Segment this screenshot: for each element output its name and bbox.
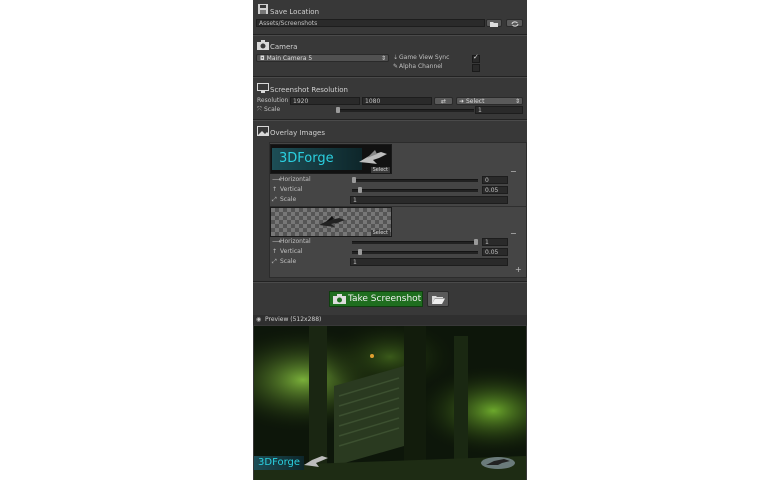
dragon-logo-icon: [304, 456, 328, 467]
overlay-logo-text: 3DForge: [279, 151, 334, 166]
alpha-channel-label: Alpha Channel: [399, 63, 443, 70]
resolution-header: Screenshot Resolution: [253, 82, 527, 97]
overlay-list: 3DForge Select ⟶ Horizontal 0 − ↑ Vertic…: [269, 142, 527, 278]
refresh-path-button[interactable]: [506, 19, 523, 27]
divider: [253, 281, 527, 283]
vertical-slider-handle[interactable]: [358, 249, 363, 255]
arrow-right-icon: ➜: [459, 98, 465, 105]
resolution-preset-dropdown[interactable]: ➜ Select ⇕: [456, 97, 523, 105]
horizontal-value-field[interactable]: 0: [482, 176, 508, 184]
monitor-icon: [257, 83, 269, 93]
save-location-header: Save Location: [253, 2, 527, 17]
screenshot-tool-panel: Save Location Assets/Screenshots Camera …: [253, 0, 527, 480]
camera-header: Camera: [253, 40, 527, 55]
overlay-scale-field[interactable]: 1: [350, 196, 508, 204]
eye-icon: ◉: [256, 316, 262, 323]
horizontal-slider-handle[interactable]: [352, 177, 356, 183]
horizontal-slider-track[interactable]: [352, 179, 478, 182]
swap-icon: ⇄: [440, 98, 447, 105]
alpha-brush-icon: ✎: [393, 63, 399, 70]
vertical-label: Vertical: [280, 248, 303, 255]
vertical-value-field[interactable]: 0.05: [482, 186, 508, 194]
resolution-scale-slider-handle[interactable]: [336, 107, 340, 113]
vertical-value-field[interactable]: 0.05: [482, 248, 508, 256]
camera-small-icon: ◘: [260, 55, 265, 62]
overlay-title: Overlay Images: [270, 129, 326, 137]
folder-icon: [490, 21, 498, 27]
resolution-height-field[interactable]: 1080: [362, 97, 432, 105]
horizontal-value-field[interactable]: 1: [482, 238, 508, 246]
preview-logo-text: 3DForge: [258, 457, 301, 468]
resolution-scale-slider-track[interactable]: [337, 109, 474, 112]
open-folder-button[interactable]: [427, 291, 449, 307]
overlay-scale-field[interactable]: 1: [350, 258, 508, 266]
save-path-field[interactable]: Assets/Screenshots: [256, 19, 485, 27]
overlay-select-button[interactable]: Select: [370, 167, 390, 173]
camera-select-dropdown[interactable]: ◘ Main Camera 5 ⇕: [256, 54, 389, 62]
dragon-watermark-icon: [481, 457, 515, 469]
resolution-label: Resolution: [257, 97, 289, 104]
camera-title: Camera: [270, 43, 298, 51]
game-view-sync-label: Game View Sync: [399, 54, 450, 61]
resolution-width-field[interactable]: 1920: [290, 97, 360, 105]
overlay-select-button[interactable]: Select: [370, 230, 390, 236]
vertical-slider-track[interactable]: [352, 251, 478, 254]
vertical-arrow-icon: ↑: [272, 248, 278, 255]
camera-icon: [333, 294, 346, 304]
dragon-logo-icon: [359, 150, 387, 164]
horizontal-slider-handle[interactable]: [474, 239, 478, 245]
chevron-updown-icon: ⇕: [514, 98, 520, 105]
remove-overlay-button[interactable]: −: [510, 168, 517, 176]
sync-link-icon: ⇣: [393, 54, 399, 61]
save-location-title: Save Location: [270, 8, 320, 16]
expand-arrows-icon: ⤧: [257, 106, 262, 113]
resolution-scale-field[interactable]: 1: [475, 106, 523, 114]
vertical-label: Vertical: [280, 186, 303, 193]
overlay-thumbnail[interactable]: 3DForge Select: [270, 144, 392, 174]
overlay-thumbnail[interactable]: Select: [270, 207, 392, 237]
overlay-scale-label: Scale: [280, 258, 297, 265]
dragon-logo-icon: [319, 216, 345, 227]
take-screenshot-button[interactable]: Take Screenshot: [329, 291, 423, 307]
add-overlay-button[interactable]: +: [515, 266, 522, 274]
game-view-sync-checkbox[interactable]: ✓: [472, 53, 480, 63]
take-screenshot-label: Take Screenshot: [348, 294, 422, 304]
alpha-channel-checkbox[interactable]: [472, 64, 480, 72]
camera-selected-value: Main Camera 5: [266, 55, 313, 62]
vertical-slider-track[interactable]: [352, 189, 478, 192]
scale-arrows-icon: ⤢: [272, 258, 277, 265]
chevron-updown-icon: ⇕: [380, 55, 386, 62]
checkmark-icon: ✓: [473, 53, 479, 61]
browse-folder-button[interactable]: [486, 19, 502, 27]
save-disk-icon: [258, 4, 268, 14]
scale-arrows-icon: ⤢: [272, 196, 277, 203]
resolution-preset-label: Select: [465, 98, 485, 105]
swap-dimensions-button[interactable]: ⇄: [434, 97, 453, 105]
open-folder-icon: [432, 296, 445, 304]
overlay-scale-label: Scale: [280, 196, 297, 203]
divider: [253, 34, 527, 36]
vertical-slider-handle[interactable]: [358, 187, 363, 193]
refresh-icon: [511, 20, 518, 27]
camera-icon: [257, 40, 269, 50]
remove-overlay-button[interactable]: −: [510, 230, 517, 238]
image-icon: [257, 126, 269, 136]
preview-title: Preview (512x288): [265, 316, 322, 323]
vertical-arrow-icon: ↑: [272, 186, 278, 193]
resolution-scale-label: Scale: [264, 106, 281, 113]
resolution-title: Screenshot Resolution: [270, 86, 348, 94]
divider: [253, 119, 527, 121]
divider: [253, 76, 527, 78]
preview-header: ◉ Preview (512x288): [253, 315, 527, 325]
preview-image: 3DForge: [254, 326, 526, 480]
horizontal-label: Horizontal: [280, 176, 311, 183]
horizontal-slider-track[interactable]: [352, 241, 478, 244]
horizontal-label: Horizontal: [280, 238, 311, 245]
overlay-header: Overlay Images: [253, 125, 527, 140]
